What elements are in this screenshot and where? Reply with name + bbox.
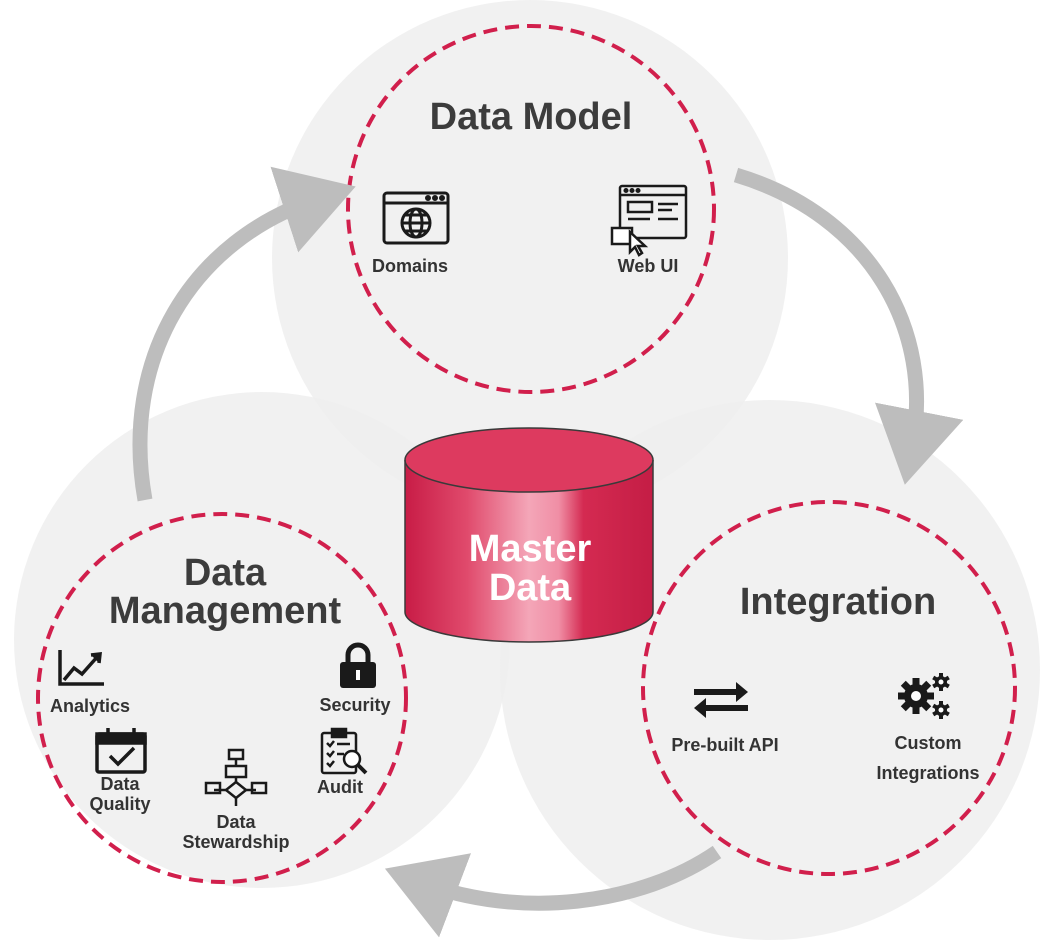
data-quality-label-line2: Quality bbox=[89, 794, 151, 814]
master-data-diagram: Master Data Data Model Domains Web UI In… bbox=[0, 0, 1050, 950]
data-model-title: Data Model bbox=[429, 96, 633, 138]
data-stewardship-label-line1: Data bbox=[216, 812, 256, 832]
audit-label: Audit bbox=[317, 777, 363, 797]
integration-title: Integration bbox=[739, 581, 937, 623]
custom-integrations-label-line1: Custom bbox=[894, 733, 962, 753]
domains-label: Domains bbox=[371, 256, 449, 276]
security-label: Security bbox=[319, 695, 391, 715]
data-management-title-line1: Data bbox=[183, 552, 267, 594]
data-stewardship-label-line2: Stewardship bbox=[182, 832, 290, 852]
pre-built-api-label: Pre-built API bbox=[671, 735, 779, 755]
master-data-line2: Data bbox=[488, 567, 572, 609]
master-data-line1: Master bbox=[468, 528, 592, 570]
data-management-title-line2: Management bbox=[108, 590, 342, 632]
analytics-label: Analytics bbox=[49, 696, 131, 716]
data-quality-label-line1: Data bbox=[100, 774, 140, 794]
custom-integrations-label-line2: Integrations bbox=[876, 763, 980, 783]
web-ui-label: Web UI bbox=[617, 256, 679, 276]
